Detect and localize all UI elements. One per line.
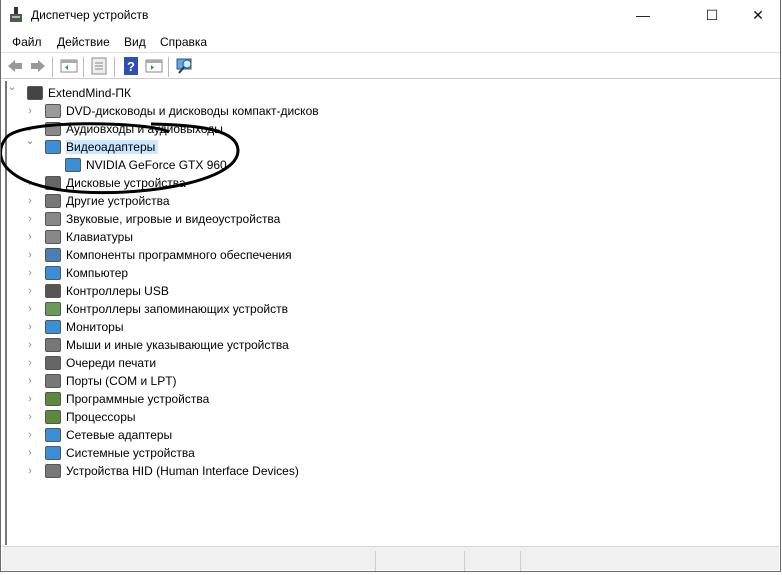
status-divider bbox=[520, 551, 521, 571]
device-manager-window: Диспетчер устройств — ☐ ✕ Файл Действие … bbox=[0, 0, 781, 572]
status-bar bbox=[2, 546, 779, 571]
status-divider bbox=[375, 551, 376, 571]
status-divider bbox=[464, 551, 465, 571]
hand-drawn-annotation-ellipse bbox=[1, 122, 240, 195]
